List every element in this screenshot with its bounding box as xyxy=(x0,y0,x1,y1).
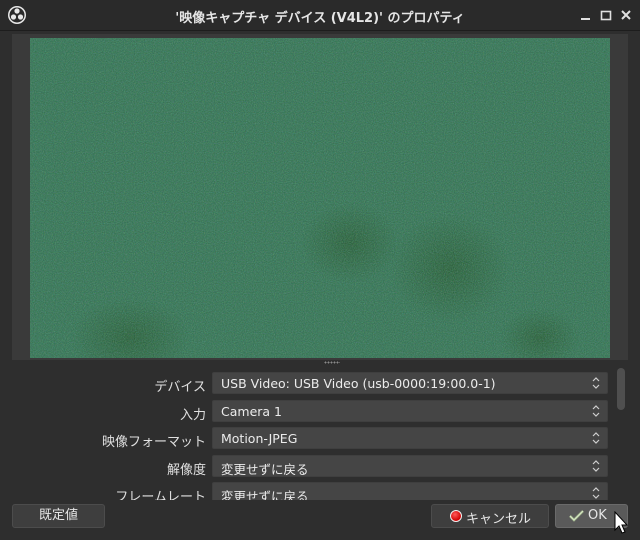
window-title: '映像キャプチャ デバイス (V4L2)' のプロパティ xyxy=(175,11,465,26)
resolution-select[interactable]: 変更せずに戻る xyxy=(212,455,608,477)
titlebar[interactable]: '映像キャプチャ デバイス (V4L2)' のプロパティ xyxy=(0,0,640,31)
input-select[interactable]: Camera 1 xyxy=(212,400,608,422)
cancel-icon xyxy=(450,510,462,522)
device-select[interactable]: USB Video: USB Video (usb-0000:19:00.0-1… xyxy=(212,372,608,394)
checkmark-icon xyxy=(569,510,584,522)
updown-chevron-icon xyxy=(592,487,600,499)
cancel-button[interactable]: キャンセル xyxy=(431,504,549,528)
defaults-button[interactable]: 既定値 xyxy=(12,504,105,528)
updown-chevron-icon xyxy=(592,460,600,472)
device-label: デバイス xyxy=(154,380,206,395)
minimize-icon[interactable] xyxy=(578,7,594,23)
resolution-label: 解像度 xyxy=(166,463,206,478)
properties-window: '映像キャプチャ デバイス (V4L2)' のプロパティ デバイス USB Vi… xyxy=(0,0,640,540)
framerate-label: フレームレート xyxy=(115,490,206,500)
updown-chevron-icon xyxy=(592,432,600,444)
framerate-select[interactable]: 変更せずに戻る xyxy=(212,482,608,500)
properties-list: デバイス USB Video: USB Video (usb-0000:19:0… xyxy=(0,368,640,500)
property-row-input: 入力 Camera 1 xyxy=(0,400,612,424)
format-label: 映像フォーマット xyxy=(101,435,206,450)
splitter-grip-icon[interactable] xyxy=(324,361,340,364)
format-select-value: Motion-JPEG xyxy=(221,431,298,446)
maximize-icon[interactable] xyxy=(598,7,614,23)
input-label: 入力 xyxy=(179,408,206,423)
video-preview xyxy=(30,38,610,358)
updown-chevron-icon xyxy=(592,377,600,389)
format-select[interactable]: Motion-JPEG xyxy=(212,427,608,449)
properties-scrollbar[interactable] xyxy=(617,368,625,410)
property-row-resolution: 解像度 変更せずに戻る xyxy=(0,455,612,479)
framerate-select-value: 変更せずに戻る xyxy=(221,489,309,500)
close-icon[interactable] xyxy=(618,7,634,23)
input-select-value: Camera 1 xyxy=(221,404,282,419)
device-select-value: USB Video: USB Video (usb-0000:19:00.0-1… xyxy=(221,376,496,391)
preview-splitter[interactable] xyxy=(12,360,628,365)
property-row-device: デバイス USB Video: USB Video (usb-0000:19:0… xyxy=(0,372,612,396)
cancel-button-label: キャンセル xyxy=(466,512,532,527)
property-row-framerate: フレームレート 変更せずに戻る xyxy=(0,482,612,500)
ok-button-label: OK xyxy=(588,508,607,523)
updown-chevron-icon xyxy=(592,405,600,417)
property-row-format: 映像フォーマット Motion-JPEG xyxy=(0,427,612,451)
resolution-select-value: 変更せずに戻る xyxy=(221,462,309,477)
mouse-cursor-icon xyxy=(614,511,629,534)
